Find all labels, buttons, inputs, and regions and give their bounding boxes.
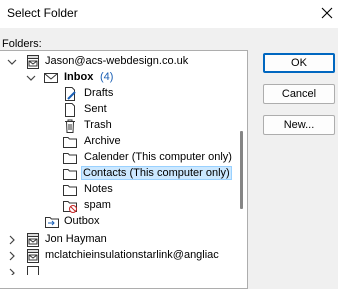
account-label: mclatchieinsulationstarlink@angliac (45, 249, 219, 261)
trash-icon (65, 119, 75, 133)
folder-label: Drafts (84, 87, 114, 99)
new-folder-button[interactable]: New... (263, 115, 335, 135)
tree-node-spam[interactable]: spam (0, 198, 237, 214)
folder-icon (63, 185, 77, 196)
tree-node-calender[interactable]: Calender (This computer only) (0, 150, 237, 166)
scrollbar-thumb[interactable] (240, 131, 243, 209)
mailbox-icon (27, 249, 39, 263)
chevron-right-icon[interactable] (6, 250, 18, 262)
title-bar: Select Folder (0, 0, 338, 28)
mailbox-icon (27, 266, 39, 275)
chevron-right-icon[interactable] (6, 234, 18, 246)
folder-label: Contacts (This computer only) (81, 166, 232, 180)
vertical-scrollbar[interactable] (237, 51, 247, 288)
tree-node-sent[interactable]: Sent (0, 102, 237, 118)
chevron-down-icon[interactable] (6, 56, 18, 68)
tree-node-trash[interactable]: Trash (0, 118, 237, 134)
chevron-right-icon[interactable] (6, 267, 18, 275)
folders-label: Folders: (2, 38, 42, 50)
sent-icon (65, 103, 75, 117)
folder-icon (63, 153, 77, 164)
tree-node-account[interactable]: Jason@acs-webdesign.co.uk (0, 54, 237, 70)
junk-icon (63, 201, 77, 213)
outbox-label: Outbox (64, 215, 100, 227)
mailbox-icon (27, 55, 39, 69)
tree-node-archive[interactable]: Archive (0, 134, 237, 150)
outbox-icon (45, 217, 59, 228)
folder-label: Sent (84, 103, 107, 115)
folder-icon (63, 169, 77, 180)
tree-node-partial[interactable] (0, 265, 237, 275)
folder-icon (63, 137, 77, 148)
folder-tree[interactable]: Jason@acs-webdesign.co.uk Inbox (4) Draf… (0, 50, 248, 289)
folder-label: Calender (This computer only) (84, 151, 232, 163)
mailbox-icon (27, 233, 39, 247)
tree-node-account-3[interactable]: mclatchieinsulationstarlink@angliac (0, 248, 237, 264)
dialog-title: Select Folder (7, 6, 78, 20)
tree-node-contacts[interactable]: Contacts (This computer only) (0, 166, 237, 182)
folder-label: Notes (84, 183, 113, 195)
drafts-icon (65, 87, 76, 101)
tree-node-drafts[interactable]: Drafts (0, 86, 237, 102)
folder-label: spam (84, 199, 111, 211)
chevron-down-icon[interactable] (25, 72, 37, 84)
tree-node-inbox[interactable]: Inbox (4) (0, 70, 237, 86)
folder-label: Archive (84, 135, 121, 147)
close-icon[interactable] (319, 5, 335, 21)
unread-count: (4) (100, 71, 114, 83)
inbox-icon (44, 73, 58, 83)
tree-node-outbox[interactable]: Outbox (0, 214, 237, 230)
folder-label: Trash (84, 119, 112, 131)
tree-node-account-2[interactable]: Jon Hayman (0, 232, 237, 248)
account-label: Jon Hayman (45, 233, 107, 245)
inbox-label: Inbox (64, 71, 94, 83)
ok-button[interactable]: OK (263, 53, 335, 73)
cancel-button[interactable]: Cancel (263, 84, 335, 104)
account-label: Jason@acs-webdesign.co.uk (45, 55, 189, 67)
tree-node-notes[interactable]: Notes (0, 182, 237, 198)
